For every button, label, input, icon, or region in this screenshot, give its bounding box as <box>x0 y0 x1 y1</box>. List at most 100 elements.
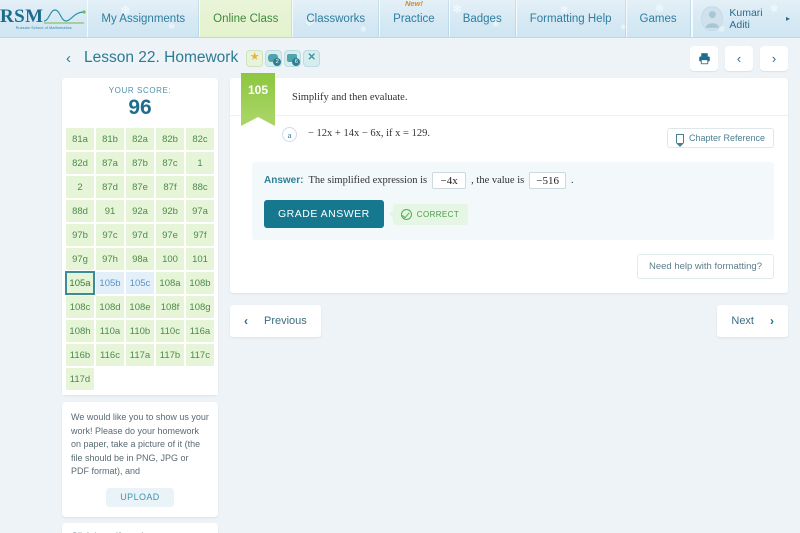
chapter-reference-button[interactable]: Chapter Reference <box>666 128 774 148</box>
problem-cell-87a[interactable]: 87a <box>95 151 125 175</box>
problem-cell-108g[interactable]: 108g <box>185 295 215 319</box>
upload-button[interactable]: UPLOAD <box>106 487 174 507</box>
problem-cell-82a[interactable]: 82a <box>125 127 155 151</box>
nav-item-classworks[interactable]: Classworks <box>292 0 380 37</box>
problem-cell-97f[interactable]: 97f <box>185 223 215 247</box>
lesson-header: ‹ Lesson 22. Homework 2 6 ‹ <box>0 38 800 78</box>
nav-label: Badges <box>462 12 502 25</box>
chevron-right-icon: › <box>770 314 774 328</box>
problem-cell-87b[interactable]: 87b <box>125 151 155 175</box>
problem-cell-82d[interactable]: 82d <box>65 151 95 175</box>
nav-item-formatting-help[interactable]: Formatting Help <box>515 0 626 37</box>
problem-cell-82c[interactable]: 82c <box>185 127 215 151</box>
problem-cell-87d[interactable]: 87d <box>95 175 125 199</box>
problem-cell-105c[interactable]: 105c <box>125 271 155 295</box>
problem-cell-97e[interactable]: 97e <box>155 223 185 247</box>
nav-label: Practice <box>393 12 435 25</box>
problem-cell-116b[interactable]: 116b <box>65 343 95 367</box>
problem-cell-110a[interactable]: 110a <box>95 319 125 343</box>
bookmark-icon <box>675 133 684 147</box>
problem-cell-100[interactable]: 100 <box>155 247 185 271</box>
print-button[interactable] <box>690 45 718 71</box>
problem-cell-81a[interactable]: 81a <box>65 127 95 151</box>
main-nav-items: My Assignments Online Class Classworks N… <box>87 0 692 37</box>
problem-cell-97b[interactable]: 97b <box>65 223 95 247</box>
avatar <box>700 6 724 31</box>
problem-cell-108e[interactable]: 108e <box>125 295 155 319</box>
problem-cell-87c[interactable]: 87c <box>155 151 185 175</box>
back-button[interactable]: ‹ <box>66 50 71 67</box>
problem-cell-116c[interactable]: 116c <box>95 343 125 367</box>
problem-cell-97d[interactable]: 97d <box>125 223 155 247</box>
new-badge: New! <box>404 0 423 8</box>
score-panel: YOUR SCORE: 96 <box>62 78 218 127</box>
next-problem-button[interactable]: › <box>760 45 788 71</box>
problem-cell-88d[interactable]: 88d <box>65 199 95 223</box>
problem-cell-108c[interactable]: 108c <box>65 295 95 319</box>
nav-item-badges[interactable]: Badges <box>448 0 516 37</box>
user-menu[interactable]: Kumari Aditi ▸ <box>691 0 800 37</box>
previous-button[interactable]: ‹ Previous <box>230 305 321 337</box>
problem-cell-81b[interactable]: 81b <box>95 127 125 151</box>
problem-cell-97g[interactable]: 97g <box>65 247 95 271</box>
problem-cell-110c[interactable]: 110c <box>155 319 185 343</box>
problem-cell-82b[interactable]: 82b <box>155 127 185 151</box>
coins-icon[interactable]: 6 <box>284 49 302 67</box>
problem-cell-116a[interactable]: 116a <box>185 319 215 343</box>
problem-number-ribbon: 105 <box>241 73 275 126</box>
problem-cell-empty <box>185 367 215 391</box>
problem-cell-97a[interactable]: 97a <box>185 199 215 223</box>
problem-cell-110b[interactable]: 110b <box>125 319 155 343</box>
problem-cell-101[interactable]: 101 <box>185 247 215 271</box>
help-card: Click here if you have any questions. <box>62 522 218 533</box>
score-value: 96 <box>128 96 152 119</box>
answer-field-expression[interactable]: −4x <box>432 172 467 189</box>
problem-cell-98a[interactable]: 98a <box>125 247 155 271</box>
score-label: YOUR SCORE: <box>108 86 172 95</box>
problem-cell-2[interactable]: 2 <box>65 175 95 199</box>
previous-problem-button[interactable]: ‹ <box>725 45 753 71</box>
problem-cell-117b[interactable]: 117b <box>155 343 185 367</box>
formatting-help-button[interactable]: Need help with formatting? <box>636 254 774 279</box>
problem-cell-92a[interactable]: 92a <box>125 199 155 223</box>
chapter-reference-label: Chapter Reference <box>688 133 765 143</box>
problem-cell-117d[interactable]: 117d <box>65 367 95 391</box>
problem-cell-105a[interactable]: 105a <box>65 271 95 295</box>
problem-cell-92b[interactable]: 92b <box>155 199 185 223</box>
status-badge: CORRECT <box>392 203 469 225</box>
problem-cell-108a[interactable]: 108a <box>155 271 185 295</box>
answer-box: Answer: The simplified expression is −4x… <box>252 162 774 240</box>
grade-row: GRADE ANSWER CORRECT <box>264 200 762 228</box>
problem-cell-empty <box>125 367 155 391</box>
problem-cell-97c[interactable]: 97c <box>95 223 125 247</box>
close-icon[interactable] <box>303 49 321 67</box>
problem-cell-108b[interactable]: 108b <box>185 271 215 295</box>
answer-field-value[interactable]: −516 <box>529 172 566 189</box>
problem-cell-117c[interactable]: 117c <box>185 343 215 367</box>
problem-cell-108f[interactable]: 108f <box>155 295 185 319</box>
problem-navigation: ‹ Previous Next › <box>230 305 788 337</box>
nav-label: Classworks <box>306 12 366 25</box>
nav-item-online-class[interactable]: Online Class <box>199 0 293 37</box>
nav-item-games[interactable]: Games <box>625 0 691 37</box>
problem-cell-91[interactable]: 91 <box>95 199 125 223</box>
problem-cell-97h[interactable]: 97h <box>95 247 125 271</box>
problem-cell-105b[interactable]: 105b <box>95 271 125 295</box>
problem-cell-108h[interactable]: 108h <box>65 319 95 343</box>
problem-cell-108d[interactable]: 108d <box>95 295 125 319</box>
nav-item-practice[interactable]: New! Practice <box>379 0 449 37</box>
star-icon[interactable] <box>246 49 264 67</box>
problem-cell-87f[interactable]: 87f <box>155 175 185 199</box>
problem-cell-87e[interactable]: 87e <box>125 175 155 199</box>
grade-answer-button[interactable]: GRADE ANSWER <box>264 200 384 228</box>
problem-cell-88c[interactable]: 88c <box>185 175 215 199</box>
answer-text-after: . <box>570 175 574 186</box>
problem-cell-1[interactable]: 1 <box>185 151 215 175</box>
comments-icon[interactable]: 2 <box>265 49 283 67</box>
logo-curve-icon <box>44 9 87 24</box>
nav-item-my-assignments[interactable]: My Assignments <box>87 0 200 37</box>
next-button[interactable]: Next › <box>717 305 788 337</box>
problem-cell-117a[interactable]: 117a <box>125 343 155 367</box>
upload-work-card: We would like you to show us your work! … <box>62 402 218 517</box>
rsm-logo[interactable]: RSM Russian School of Mathematics <box>0 0 87 37</box>
